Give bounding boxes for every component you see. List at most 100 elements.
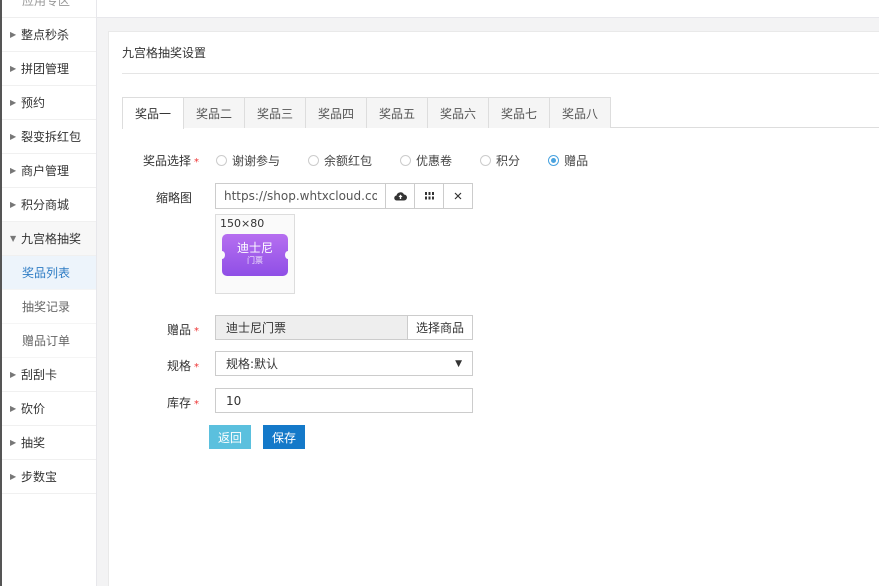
sidebar-subitem-lottery-records[interactable]: 抽奖记录 <box>2 290 96 324</box>
thumbnail-preview: 150×80 迪士尼 门票 <box>215 214 295 294</box>
sidebar-item-label: 刮刮卡 <box>21 368 58 382</box>
sidebar-item-step-treasure[interactable]: ▶ 步数宝 <box>2 460 96 494</box>
radio-thanks[interactable]: 谢谢参与 <box>216 152 280 169</box>
sidebar-item-label: 商户管理 <box>21 164 70 178</box>
prize-type-label: 奖品选择 * <box>139 152 199 169</box>
sidebar-item-label: 九宫格抽奖 <box>21 232 82 246</box>
stock-label: 库存 * <box>139 394 199 411</box>
sidebar-top-label: 应用专区 <box>22 0 71 8</box>
prize-type-radio-group: 谢谢参与 余额红包 优惠卷 积分 赠品 <box>216 151 616 169</box>
save-button[interactable]: 保存 <box>263 425 305 449</box>
tab-prize-1[interactable]: 奖品一 <box>122 97 184 129</box>
back-button[interactable]: 返回 <box>209 425 251 449</box>
sidebar-item-flash-sale[interactable]: ▶ 整点秒杀 <box>2 18 96 52</box>
radio-label: 积分 <box>496 153 521 168</box>
top-strip <box>97 0 879 18</box>
radio-circle-icon <box>308 154 320 166</box>
tab-prize-3[interactable]: 奖品三 <box>244 97 306 128</box>
gift-label: 赠品 * <box>139 321 199 338</box>
radio-points[interactable]: 积分 <box>480 152 520 169</box>
caret-right-icon: ▶ <box>10 438 17 447</box>
sidebar-item-merchant[interactable]: ▶ 商户管理 <box>2 154 96 188</box>
sidebar-item-lottery[interactable]: ▶ 抽奖 <box>2 426 96 460</box>
stock-input[interactable]: 10 <box>215 388 473 413</box>
sidebar-item-scratch-card[interactable]: ▶ 刮刮卡 <box>2 358 96 392</box>
page-title: 九宫格抽奖设置 <box>122 46 207 60</box>
thumb-label: 缩略图 <box>155 191 192 205</box>
thumb-url-group <box>215 183 473 209</box>
sidebar-subitem-prize-list[interactable]: 奖品列表 <box>2 256 96 290</box>
sidebar-top-cut: 应用专区 <box>2 0 96 18</box>
tab-prize-6[interactable]: 奖品六 <box>427 97 489 128</box>
stock-label-text: 库存 <box>166 396 191 410</box>
spec-select-value: 规格:默认 <box>226 357 279 371</box>
sidebar-subitem-label: 奖品列表 <box>22 266 71 280</box>
thumb-size-text: 150×80 <box>220 217 265 230</box>
required-mark: * <box>194 399 199 410</box>
radio-circle-icon <box>480 154 492 166</box>
caret-right-icon: ▶ <box>10 370 17 379</box>
sidebar-item-label: 拼团管理 <box>21 62 70 76</box>
radio-label: 谢谢参与 <box>232 153 281 168</box>
radio-coupon[interactable]: 优惠卷 <box>400 152 452 169</box>
select-product-button[interactable]: 选择商品 <box>407 315 473 340</box>
sidebar-item-label: 抽奖 <box>21 436 46 450</box>
sidebar-item-label: 裂变拆红包 <box>21 130 82 144</box>
clear-button[interactable] <box>443 184 472 208</box>
radio-gift[interactable]: 赠品 <box>548 152 588 169</box>
radio-circle-icon <box>216 154 227 166</box>
spec-label-text: 规格 <box>166 359 191 373</box>
sidebar-subitem-label: 抽奖记录 <box>22 300 71 314</box>
tab-prize-7[interactable]: 奖品七 <box>488 97 550 128</box>
prize-type-label-text: 奖品选择 <box>142 154 191 168</box>
thumb-url-input[interactable] <box>216 184 385 208</box>
radio-label: 赠品 <box>564 153 589 168</box>
tab-prize-5[interactable]: 奖品五 <box>366 97 428 128</box>
required-mark: * <box>194 157 199 168</box>
tab-prize-4[interactable]: 奖品四 <box>305 97 367 128</box>
caret-down-icon: ▼ <box>10 234 17 243</box>
caret-right-icon: ▶ <box>10 472 17 481</box>
radio-checked-icon <box>548 154 560 166</box>
ticket-image: 迪士尼 门票 <box>219 234 291 276</box>
gallery-button[interactable] <box>414 184 443 208</box>
cloud-upload-icon <box>393 192 407 201</box>
prize-tabs: 奖品一 奖品二 奖品三 奖品四 奖品五 奖品六 奖品七 奖品八 <box>122 97 879 129</box>
sidebar-item-points-mall[interactable]: ▶ 积分商城 <box>2 188 96 222</box>
caret-right-icon: ▶ <box>10 200 17 209</box>
caret-right-icon: ▶ <box>10 132 17 141</box>
spec-select[interactable]: 规格:默认 ▼ <box>215 351 473 376</box>
tab-prize-8[interactable]: 奖品八 <box>549 97 611 128</box>
tab-prize-2[interactable]: 奖品二 <box>183 97 245 128</box>
sidebar-item-booking[interactable]: ▶ 预约 <box>2 86 96 120</box>
sidebar-item-red-packet[interactable]: ▶ 裂变拆红包 <box>2 120 96 154</box>
sidebar-item-group-buy[interactable]: ▶ 拼团管理 <box>2 52 96 86</box>
upload-button[interactable] <box>385 184 414 208</box>
radio-balance-red-packet[interactable]: 余额红包 <box>308 152 372 169</box>
sidebar-subitem-label: 赠品订单 <box>22 334 71 348</box>
sidebar-item-label: 积分商城 <box>21 198 70 212</box>
caret-right-icon: ▶ <box>10 98 17 107</box>
settings-panel: 九宫格抽奖设置 奖品一 奖品二 奖品三 奖品四 奖品五 奖品六 奖品七 奖品八 … <box>108 31 879 586</box>
caret-right-icon: ▶ <box>10 64 17 73</box>
sidebar-item-nine-grid-lottery[interactable]: ▼ 九宫格抽奖 <box>2 222 96 256</box>
sidebar-item-label: 预约 <box>21 96 46 110</box>
divider <box>122 73 879 74</box>
spec-label: 规格 * <box>139 357 199 374</box>
radio-label: 优惠卷 <box>416 153 453 168</box>
grid-icon <box>424 192 434 200</box>
sidebar-item-label: 步数宝 <box>21 470 58 484</box>
sidebar-item-label: 整点秒杀 <box>21 28 70 42</box>
close-icon <box>454 192 462 200</box>
ticket-subtitle: 门票 <box>247 256 263 265</box>
caret-right-icon: ▶ <box>10 166 17 175</box>
required-mark: * <box>194 362 199 373</box>
sidebar-subitem-gift-orders[interactable]: 赠品订单 <box>2 324 96 358</box>
required-mark: * <box>194 326 199 337</box>
ticket-name: 迪士尼 <box>236 241 273 255</box>
caret-right-icon: ▶ <box>10 404 17 413</box>
caret-right-icon: ▶ <box>10 30 17 39</box>
sidebar: 应用专区 ▶ 整点秒杀 ▶ 拼团管理 ▶ 预约 ▶ 裂变拆红包 ▶ 商户管理 ▶ 积分商城 … <box>0 0 97 586</box>
caret-down-icon: ▼ <box>455 358 462 369</box>
sidebar-item-bargain[interactable]: ▶ 砍价 <box>2 392 96 426</box>
